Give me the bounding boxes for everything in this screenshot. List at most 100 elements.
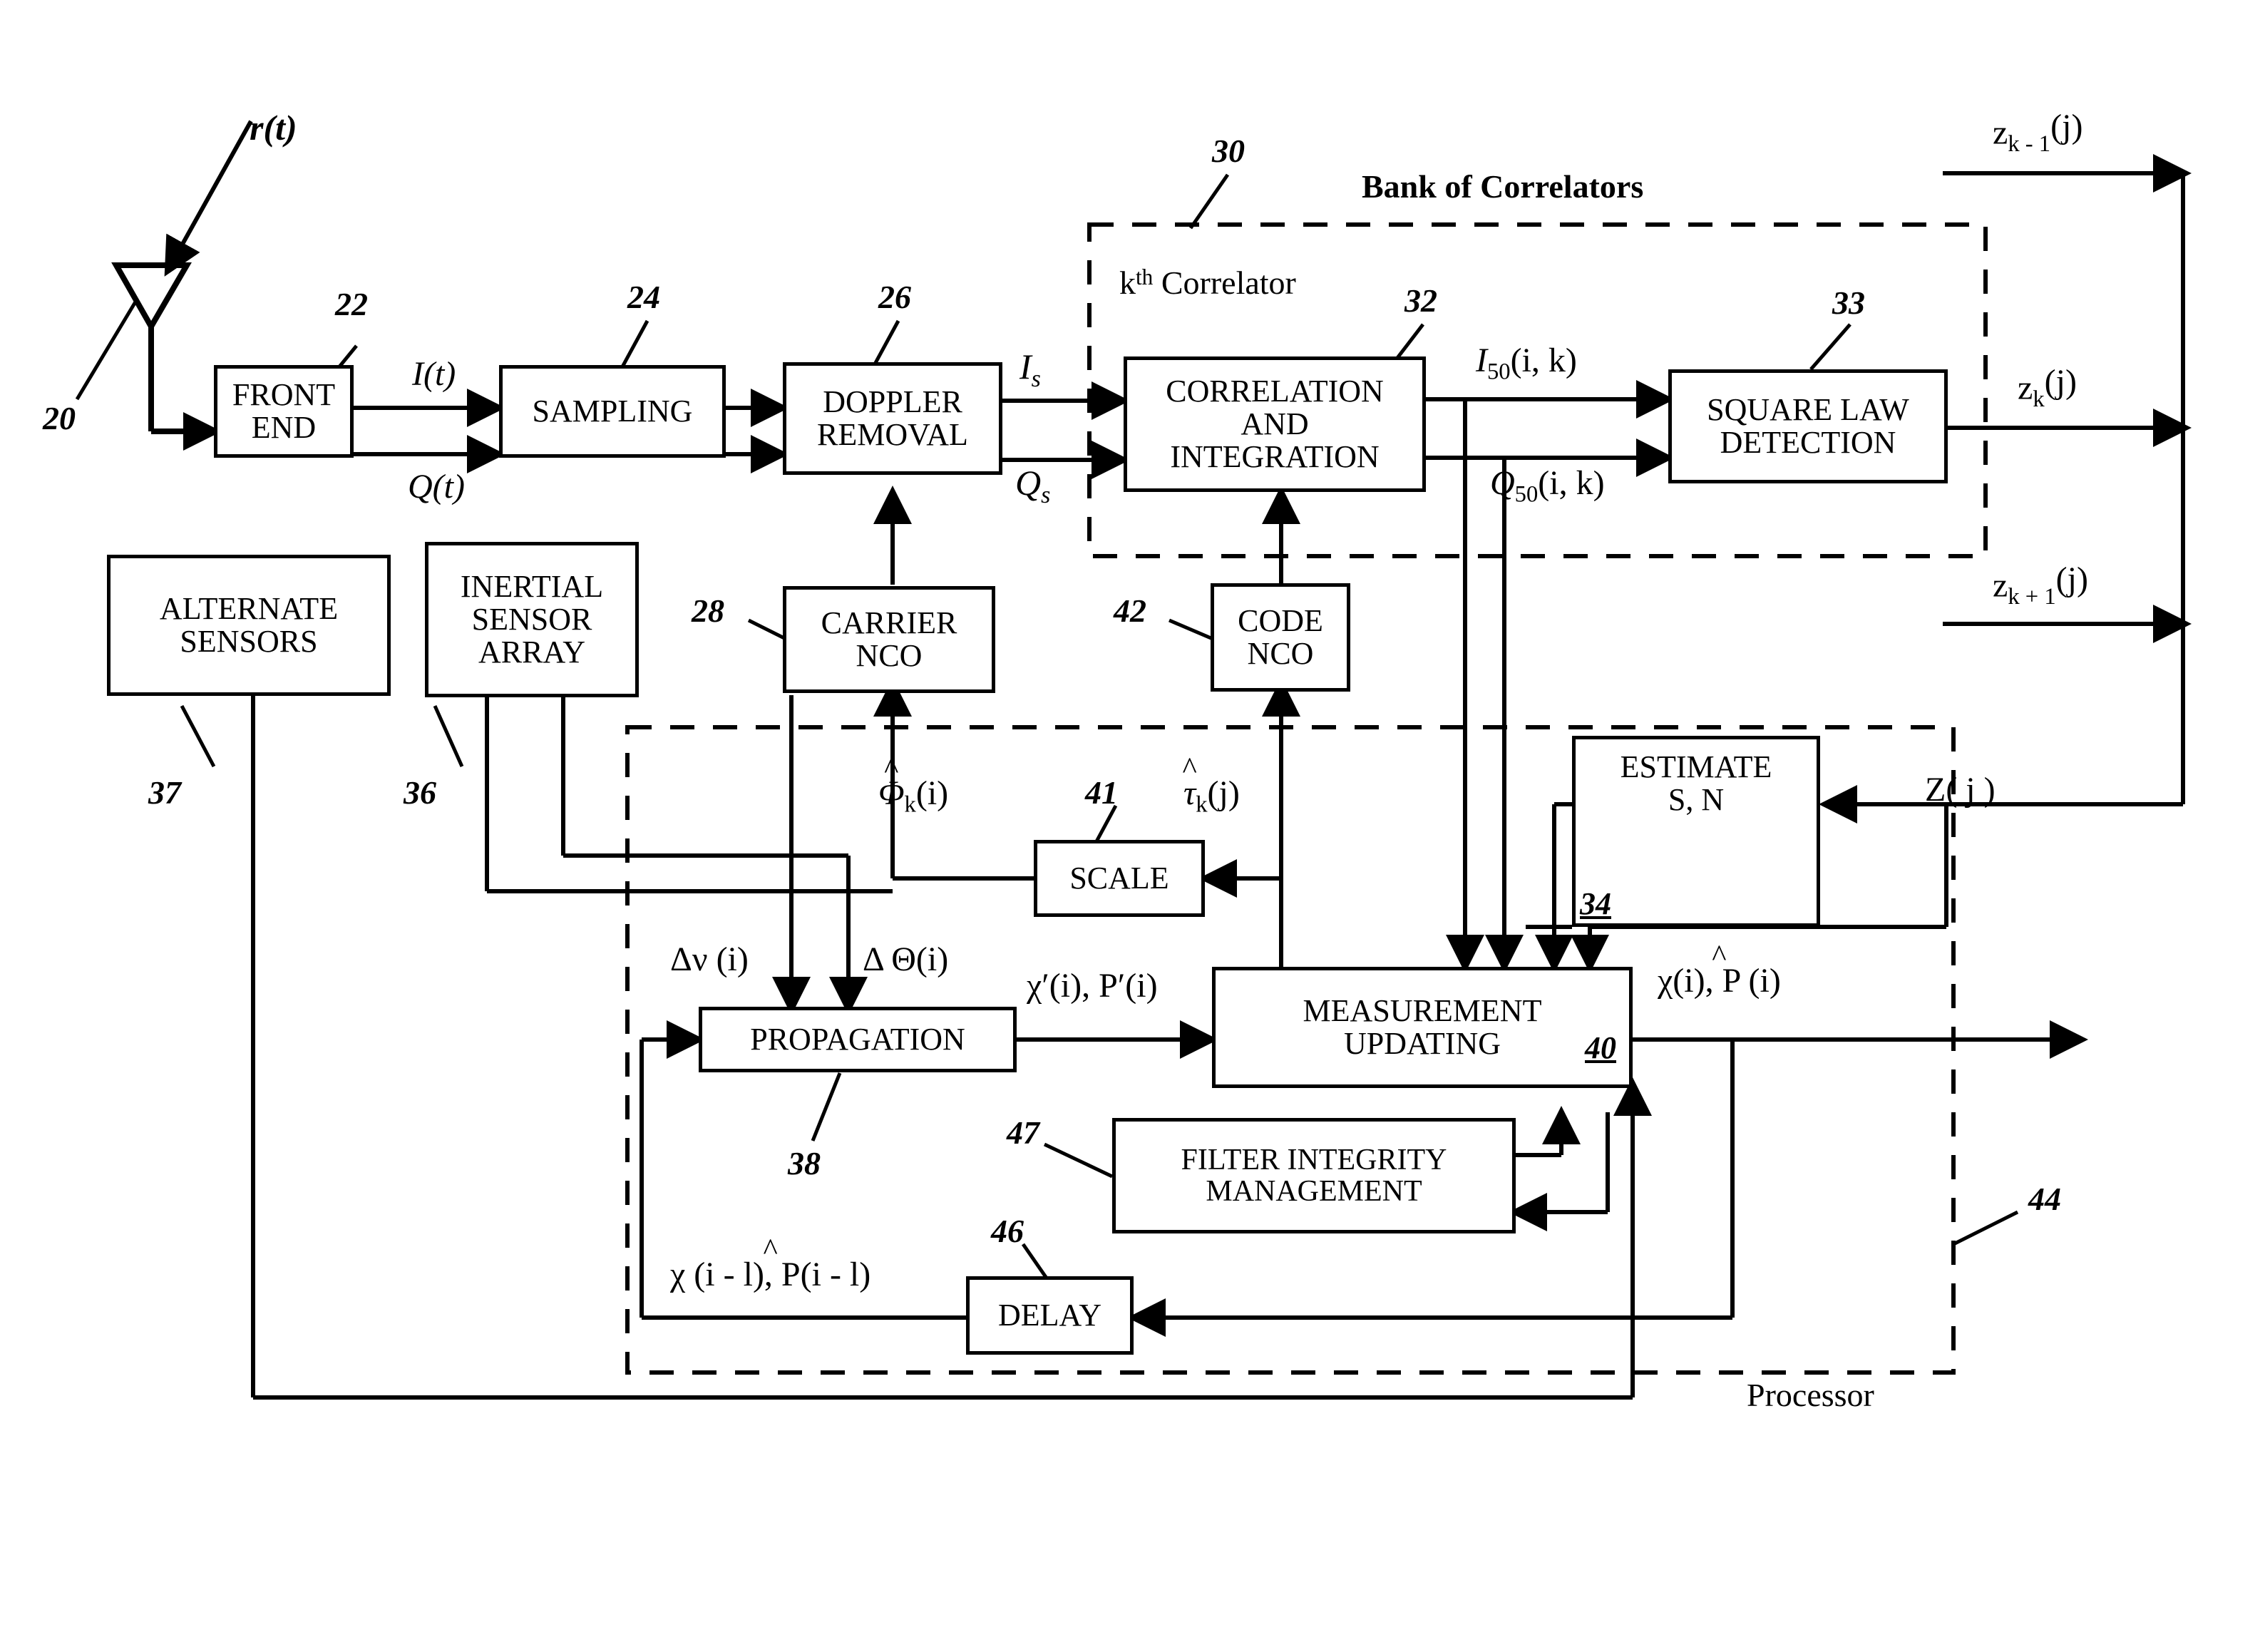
signal-phi-hat-label: ^ Φk(i) <box>878 752 949 818</box>
doppler-removal-label: DOPPLER REMOVAL <box>817 384 968 452</box>
square-law-detection-label: SQUARE LAW DETECTION <box>1707 391 1909 460</box>
signal-q50-arg: (i, k) <box>1538 464 1605 502</box>
signal-chi-hat-im1-label: ^ χ (i - l), P(i - l) <box>670 1233 870 1294</box>
signal-Zj-label: Z( j ) <box>1925 771 1996 809</box>
kth-correlator-sup: th <box>1136 264 1154 289</box>
ref-numeral-46: 46 <box>991 1213 1024 1249</box>
propagation-box[interactable]: PROPAGATION <box>699 1007 1017 1072</box>
code-nco-box[interactable]: CODE NCO <box>1211 583 1350 692</box>
doppler-removal-box[interactable]: DOPPLER REMOVAL <box>783 362 1002 475</box>
scale-box[interactable]: SCALE <box>1034 840 1205 917</box>
inertial-sensor-array-label: INERTIAL SENSOR ARRAY <box>460 568 604 670</box>
processor-label: Processor <box>1747 1377 1874 1413</box>
sampling-label: SAMPLING <box>532 393 693 429</box>
ref-numeral-33: 33 <box>1832 284 1865 321</box>
inertial-sensor-array-box[interactable]: INERTIAL SENSOR ARRAY <box>425 542 639 697</box>
signal-q50-base: Q <box>1490 464 1515 502</box>
signal-q50-label: Q50(i, k) <box>1490 463 1605 508</box>
hat-accent-phi: ^ <box>884 751 899 786</box>
measurement-updating-ref-numeral: 40 <box>1585 1030 1616 1065</box>
signal-tau-sub: k <box>1196 791 1208 818</box>
correlation-integration-box[interactable]: CORRELATION AND INTEGRATION <box>1124 356 1426 492</box>
signal-i50-sub: 50 <box>1486 359 1511 385</box>
kth-correlator-prefix: k <box>1119 265 1136 301</box>
scale-label: SCALE <box>1069 860 1169 896</box>
measurement-updating-box[interactable]: MEASUREMENT UPDATING 40 <box>1212 967 1633 1088</box>
square-law-detection-box[interactable]: SQUARE LAW DETECTION <box>1668 369 1948 483</box>
signal-delta-nu-label: Δν (i) <box>670 940 749 978</box>
ref-numeral-44: 44 <box>2028 1181 2061 1217</box>
signal-is-label: Is <box>1019 346 1041 393</box>
ref-numeral-30: 30 <box>1212 133 1245 169</box>
signal-zk-arg: (j) <box>2044 363 2077 401</box>
propagation-label: PROPAGATION <box>750 1021 965 1057</box>
signal-chi-hat-i-label: ^ χ(i), P (i) <box>1658 940 1781 1000</box>
signal-zkp1-base: z <box>1993 566 2008 605</box>
delay-label: DELAY <box>997 1297 1102 1333</box>
estimate-sn-ref-numeral: 34 <box>1580 886 1611 921</box>
signal-zkp1-label: zk + 1(j) <box>1993 560 2088 610</box>
ref-numeral-20: 20 <box>43 400 76 436</box>
signal-delta-theta-label: Δ Θ(i) <box>863 940 949 978</box>
signal-phi-sub: k <box>904 791 916 818</box>
ref-numeral-36: 36 <box>404 774 436 811</box>
ref-numeral-41: 41 <box>1085 774 1118 811</box>
wiring-layer <box>75 120 2192 1400</box>
signal-is-base: I <box>1019 347 1032 386</box>
signal-zkm1-arg: (j) <box>2050 108 2083 145</box>
filter-integrity-management-label: FILTER INTEGRITY MANAGEMENT <box>1181 1143 1447 1208</box>
signal-qs-base: Q <box>1015 463 1042 503</box>
hat-accent-tau: ^ <box>1182 751 1197 786</box>
ref-numeral-28: 28 <box>692 592 724 629</box>
ref-numeral-37: 37 <box>148 774 181 811</box>
signal-zk-label: zk(j) <box>2018 362 2077 413</box>
signal-is-sub: s <box>1031 365 1041 392</box>
front-end-box[interactable]: FRONT END <box>214 365 354 458</box>
signal-zkp1-arg: (j) <box>2055 560 2088 598</box>
signal-i50-base: I <box>1476 342 1487 379</box>
signal-zkm1-label: zk - 1(j) <box>1993 107 2082 158</box>
code-nco-label: CODE NCO <box>1238 602 1323 671</box>
signal-qs-sub: s <box>1041 481 1051 508</box>
kth-correlator-label: kth Correlator <box>1119 264 1296 302</box>
signal-qs-label: Qs <box>1015 462 1050 509</box>
signal-q50-sub: 50 <box>1514 481 1539 508</box>
ref-numeral-38: 38 <box>788 1145 821 1181</box>
signal-zkm1-sub: k - 1 <box>2008 131 2051 158</box>
ref-numeral-24: 24 <box>627 279 660 315</box>
signal-zkp1-sub: k + 1 <box>2008 584 2056 610</box>
signal-zkm1-base: z <box>1993 113 2008 152</box>
bank-of-correlators-label: Bank of Correlators <box>1362 168 1644 205</box>
correlation-integration-label: CORRELATION AND INTEGRATION <box>1166 373 1384 475</box>
hat-accent-chi-im1: ^ <box>763 1233 778 1267</box>
signal-zk-sub: k <box>2033 386 2045 413</box>
signal-tau-arg: (j) <box>1207 774 1240 812</box>
ref-numeral-22: 22 <box>335 286 368 322</box>
signal-qt-label: Q(t) <box>408 468 465 506</box>
signal-tau-hat-label: ^ τk(j) <box>1182 752 1240 818</box>
signal-rt-label: r(t) <box>250 108 297 148</box>
alternate-sensors-label: ALTERNATE SENSORS <box>159 590 339 659</box>
signal-i50-label: I50(i, k) <box>1476 341 1577 385</box>
signal-it-label: I(t) <box>412 355 456 393</box>
signal-i50-arg: (i, k) <box>1510 342 1577 379</box>
estimate-sn-label: ESTIMATE S, N <box>1620 749 1772 818</box>
carrier-nco-label: CARRIER NCO <box>821 605 957 673</box>
front-end-label: FRONT END <box>232 376 336 445</box>
alternate-sensors-box[interactable]: ALTERNATE SENSORS <box>107 555 391 696</box>
delay-box[interactable]: DELAY <box>966 1276 1134 1355</box>
diagram-canvas: FRONT END SAMPLING DOPPLER REMOVAL CORRE… <box>0 0 2265 1652</box>
ref-numeral-26: 26 <box>878 279 911 315</box>
signal-zk-base: z <box>2018 369 2033 407</box>
carrier-nco-box[interactable]: CARRIER NCO <box>783 586 995 693</box>
sampling-box[interactable]: SAMPLING <box>499 365 726 458</box>
signal-phi-arg: (i) <box>915 774 949 812</box>
kth-correlator-suffix: Correlator <box>1161 265 1296 301</box>
filter-integrity-management-box[interactable]: FILTER INTEGRITY MANAGEMENT <box>1112 1118 1516 1233</box>
ref-numeral-32: 32 <box>1404 282 1437 319</box>
ref-numeral-42: 42 <box>1114 592 1146 629</box>
ref-numeral-47: 47 <box>1007 1114 1039 1151</box>
signal-chi-prime-label: χ′(i), P′(i) <box>1027 967 1158 1005</box>
estimate-sn-box[interactable]: ESTIMATE S, N 34 <box>1572 736 1820 927</box>
hat-accent-chi-i: ^ <box>1712 939 1727 973</box>
